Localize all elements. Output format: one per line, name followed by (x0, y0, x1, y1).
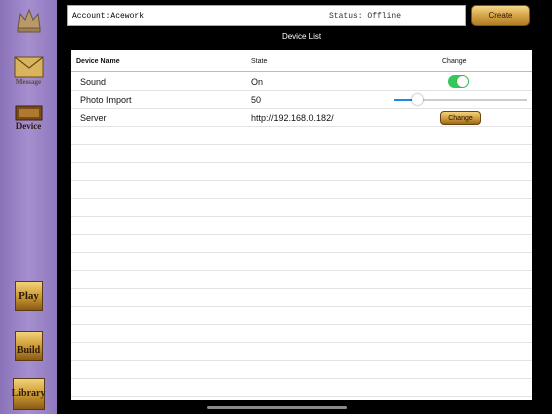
device-state: http://192.168.0.182/ (251, 113, 334, 123)
sidebar-item-message[interactable]: Message (4, 56, 53, 86)
empty-table-row (71, 397, 532, 400)
device-icon (15, 105, 42, 121)
empty-table-row (71, 235, 532, 253)
empty-table-row (71, 199, 532, 217)
table-row: Photo Import 50 (71, 91, 532, 109)
empty-table-row (71, 289, 532, 307)
sound-toggle[interactable] (448, 75, 469, 88)
empty-table-row (71, 379, 532, 397)
sidebar-item-play[interactable]: Play (4, 281, 53, 311)
empty-table-row (71, 181, 532, 199)
change-server-button[interactable]: Change (440, 111, 481, 125)
device-state: On (251, 77, 264, 87)
sidebar-item-library[interactable]: Library (4, 378, 53, 410)
crown-icon (16, 8, 41, 33)
envelope-icon (14, 56, 43, 78)
empty-table-row (71, 217, 532, 235)
column-header-change: Change (442, 58, 467, 65)
sidebar-item-build[interactable]: Build (4, 331, 53, 361)
column-header-device-name: Device Name (76, 58, 120, 65)
page-title: Device List (281, 32, 322, 41)
device-name: Sound (80, 77, 107, 87)
empty-table-row (71, 307, 532, 325)
table-row: Server http://192.168.0.182/ Change (71, 109, 532, 127)
empty-table-row (71, 271, 532, 289)
sidebar-item-account[interactable] (4, 6, 53, 34)
empty-table-row (71, 127, 532, 145)
table-row: Sound On (71, 73, 532, 91)
account-status-bar: Account:Acework Status: Offline (67, 5, 466, 26)
sidebar: Message Device Play Build Library (0, 0, 57, 414)
sidebar-item-label: Library (11, 388, 46, 399)
column-header-state: State (251, 58, 268, 65)
play-icon: Play (14, 281, 43, 311)
device-name: Photo Import (80, 95, 132, 105)
empty-table-row (71, 361, 532, 379)
table-header: Device Name State Change (71, 50, 532, 72)
sidebar-item-label: Build (16, 345, 41, 356)
toggle-knob (457, 76, 468, 87)
sidebar-item-label: Device (15, 121, 42, 131)
home-indicator (207, 406, 347, 409)
slider-thumb[interactable] (411, 94, 423, 105)
sidebar-item-label: Play (18, 289, 39, 302)
account-name: Account:Acework (72, 12, 145, 21)
create-button[interactable]: Create (471, 5, 530, 26)
empty-table-row (71, 343, 532, 361)
sidebar-item-device[interactable]: Device (4, 105, 53, 131)
empty-table-row (71, 325, 532, 343)
empty-table-row (71, 253, 532, 271)
device-table: Device Name State Change Sound On Photo … (71, 50, 532, 400)
library-icon: Library (11, 378, 46, 410)
empty-table-row (71, 145, 532, 163)
device-state: 50 (251, 95, 262, 105)
sidebar-item-label: Message (15, 78, 42, 86)
photo-import-slider[interactable] (394, 94, 527, 105)
device-name: Server (80, 113, 107, 123)
connection-status: Status: Offline (329, 12, 402, 21)
empty-table-row (71, 163, 532, 181)
build-icon: Build (14, 331, 43, 361)
